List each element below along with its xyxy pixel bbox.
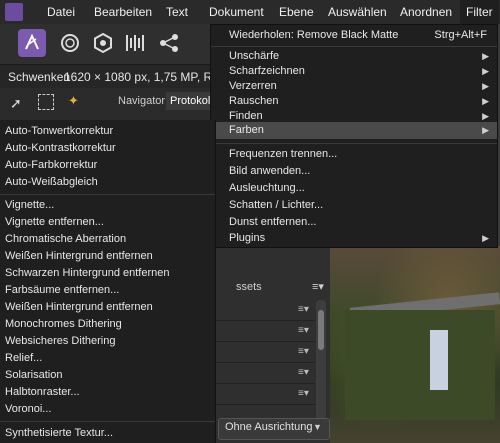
menu-item-auto-weissabgleich[interactable]: Auto-Weißabgleich — [5, 174, 98, 191]
menu-item-monochromes-dithering[interactable]: Monochromes Dithering — [5, 316, 122, 333]
repeat-shortcut: Strg+Alt+F — [434, 29, 487, 41]
menu-datei[interactable]: Datei — [47, 0, 75, 24]
menu-divider — [211, 46, 497, 47]
chevron-down-icon: ▼ — [313, 422, 322, 432]
row-menu-icon[interactable]: ≡▾ — [298, 388, 309, 399]
tab-navigator[interactable]: Navigator — [114, 92, 169, 110]
menu-item-auto-tonwertkorrektur[interactable]: Auto-Tonwertkorrektur — [5, 123, 113, 140]
menu-item-voronoi[interactable]: Voronoi... — [5, 401, 51, 418]
scrollbar-thumb[interactable] — [318, 310, 324, 350]
farben-submenu: Auto-Tonwertkorrektur Auto-Kontrastkorre… — [0, 120, 216, 443]
menu-auswaehlen[interactable]: Auswählen — [328, 0, 387, 24]
menu-divider — [0, 194, 215, 195]
menu-filter[interactable]: Filter — [460, 0, 499, 24]
export-persona-icon[interactable] — [156, 30, 182, 56]
menu-item-synthetisierte-textur[interactable]: Synthetisierte Textur... — [5, 425, 113, 442]
menu-item-repeat-filter[interactable]: Wiederholen: Remove Black Matte — [229, 27, 398, 44]
photo-door — [430, 330, 448, 390]
menu-item-auto-kontrastkorrektur[interactable]: Auto-Kontrastkorrektur — [5, 140, 116, 157]
row-menu-icon[interactable]: ≡▾ — [298, 325, 309, 336]
menu-item-solarisation[interactable]: Solarisation — [5, 367, 62, 384]
menu-item-chromatische-aberration[interactable]: Chromatische Aberration — [5, 231, 126, 248]
row-menu-icon[interactable]: ≡▾ — [298, 346, 309, 357]
context-toolbar: Schwenken 1620 × 1080 px, 1,75 MP, RGB — [0, 64, 230, 89]
photo-ivy-wall — [345, 310, 495, 420]
menu-text[interactable]: Text — [166, 0, 188, 24]
tone-mapping-persona-icon[interactable] — [122, 30, 148, 56]
menu-item-schatten-lichter[interactable]: Schatten / Lichter... — [229, 197, 323, 214]
menu-item-vignette-entfernen[interactable]: Vignette entfernen... — [5, 214, 104, 231]
submenu-arrow-icon: ▶ — [482, 233, 489, 243]
marquee-tool-icon[interactable] — [38, 94, 54, 110]
menu-bar: Datei Bearbeiten Text Dokument Ebene Aus… — [0, 0, 500, 25]
menu-dokument[interactable]: Dokument — [209, 0, 264, 24]
move-tool-icon[interactable]: ➚ — [10, 95, 22, 112]
liquify-persona-icon[interactable] — [57, 30, 83, 56]
assets-panel-title: ssets — [236, 281, 262, 293]
row-menu-icon[interactable]: ≡▾ — [298, 304, 309, 315]
menu-bearbeiten[interactable]: Bearbeiten — [94, 0, 152, 24]
menu-item-weissen-hintergrund-entfernen[interactable]: Weißen Hintergrund entfernen — [5, 248, 153, 265]
menu-item-dunst-entfernen[interactable]: Dunst entfernen... — [229, 214, 316, 231]
document-info: 1620 × 1080 px, 1,75 MP, RGB — [64, 70, 230, 84]
menu-divider — [211, 143, 497, 144]
current-tool-label: Schwenken — [8, 70, 71, 84]
submenu-arrow-icon: ▶ — [482, 125, 489, 135]
menu-item-ausleuchtung[interactable]: Ausleuchtung... — [229, 180, 305, 197]
menu-item-plugins[interactable]: Plugins — [229, 230, 265, 247]
develop-persona-icon[interactable] — [90, 30, 116, 56]
menu-item-weissen-hintergrund-entfernen-2[interactable]: Weißen Hintergrund entfernen — [5, 299, 153, 316]
menu-item-schwarzen-hintergrund-entfernen[interactable]: Schwarzen Hintergrund entfernen — [5, 265, 169, 282]
menu-item-farbsaeume-entfernen[interactable]: Farbsäume entfernen... — [5, 282, 119, 299]
menu-ebene[interactable]: Ebene — [279, 0, 314, 24]
menu-item-auto-farbkorrektur[interactable]: Auto-Farbkorrektur — [5, 157, 97, 174]
menu-item-websicheres-dithering[interactable]: Websicheres Dithering — [5, 333, 115, 350]
menu-item-farben[interactable]: Farben — [229, 122, 264, 139]
row-menu-icon[interactable]: ≡▾ — [298, 367, 309, 378]
persona-toolbar — [0, 24, 210, 64]
menu-item-halbtonraster[interactable]: Halbtonraster... — [5, 384, 80, 401]
menu-item-vignette[interactable]: Vignette... — [5, 197, 54, 214]
menu-divider — [0, 421, 215, 422]
photo-persona-icon[interactable] — [18, 29, 46, 57]
menu-item-frequenzen-trennen[interactable]: Frequenzen trennen... — [229, 146, 337, 163]
filter-menu: Wiederholen: Remove Black Matte Strg+Alt… — [210, 24, 498, 248]
alignment-select-value: Ohne Ausrichtung — [225, 421, 313, 433]
menu-item-relief[interactable]: Relief... — [5, 350, 42, 367]
menu-item-bild-anwenden[interactable]: Bild anwenden... — [229, 163, 310, 180]
magic-wand-icon[interactable]: ✦ — [68, 93, 79, 109]
app-logo-icon[interactable] — [5, 3, 23, 21]
menu-anordnen[interactable]: Anordnen — [400, 0, 452, 24]
assets-menu-icon[interactable]: ≡▾ — [312, 280, 324, 293]
